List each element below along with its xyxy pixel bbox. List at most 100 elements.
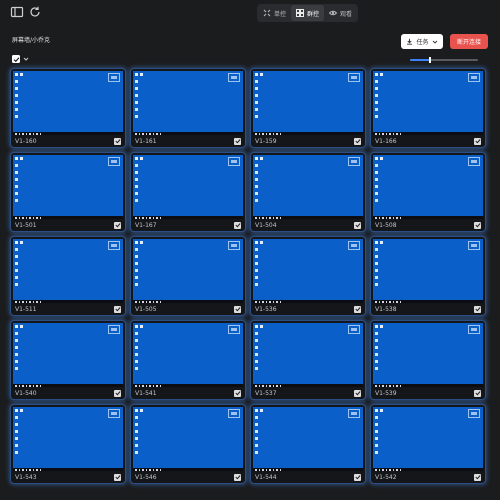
device-screen[interactable] (373, 71, 483, 132)
device-checkbox[interactable] (354, 473, 361, 481)
device-screen[interactable] (373, 407, 483, 468)
desktop-top-icons (255, 157, 263, 160)
device-tile[interactable]: V1-539 (370, 320, 486, 400)
tab-watch[interactable]: 观看 (324, 5, 357, 21)
device-checkbox[interactable] (474, 473, 481, 481)
zoom-slider[interactable] (410, 57, 478, 63)
tab-single-control[interactable]: 单控 (258, 5, 291, 21)
task-label: 任务 (416, 39, 429, 46)
disconnect-button[interactable]: 断开连接 (450, 34, 488, 49)
device-tile[interactable]: V1-543 (10, 404, 126, 484)
control-mode-switch: 单控 群控 观看 (257, 4, 359, 22)
device-screen[interactable] (133, 323, 243, 384)
device-tile[interactable]: V1-505 (130, 236, 246, 316)
device-screen[interactable] (133, 155, 243, 216)
top-bar: 单控 群控 观看 (0, 0, 500, 24)
device-checkbox[interactable] (474, 221, 481, 229)
zoom-thumb[interactable] (429, 57, 432, 63)
device-checkbox[interactable] (474, 305, 481, 313)
desktop-top-icons (135, 73, 143, 76)
device-tile[interactable]: V1-504 (250, 152, 366, 232)
sidebar-toggle-icon[interactable] (10, 5, 24, 19)
device-tile[interactable]: V1-508 (370, 152, 486, 232)
check-icon (474, 139, 481, 144)
device-tile[interactable]: V1-541 (130, 320, 246, 400)
check-icon (354, 139, 361, 144)
device-tile[interactable]: V1-167 (130, 152, 246, 232)
device-screen[interactable] (253, 323, 363, 384)
device-tile[interactable]: V1-538 (370, 236, 486, 316)
desktop-top-icons (375, 325, 383, 328)
refresh-icon[interactable] (28, 5, 42, 19)
device-screen[interactable] (253, 407, 363, 468)
desktop-icons (15, 80, 18, 122)
device-footer: V1-505 (135, 303, 241, 315)
device-screen[interactable] (13, 239, 123, 300)
device-checkbox[interactable] (114, 305, 121, 313)
desktop-top-icons (375, 241, 383, 244)
task-dropdown-button[interactable]: 任务 (401, 34, 443, 49)
device-tile[interactable]: V1-544 (250, 404, 366, 484)
check-icon (354, 475, 361, 480)
device-checkbox[interactable] (234, 137, 241, 145)
eye-icon (329, 10, 338, 16)
device-tile[interactable]: V1-511 (10, 236, 126, 316)
device-screen[interactable] (133, 239, 243, 300)
device-checkbox[interactable] (354, 389, 361, 397)
screen-wall-grid: V1-160 V1-161 V1-159 V1-166 V1-501 V1-16… (10, 68, 486, 484)
desktop-icons (15, 416, 18, 458)
device-tile[interactable]: V1-540 (10, 320, 126, 400)
desktop-icons (255, 164, 258, 206)
device-screen[interactable] (133, 71, 243, 132)
device-screen[interactable] (253, 71, 363, 132)
device-checkbox[interactable] (354, 137, 361, 145)
device-tile[interactable]: V1-159 (250, 68, 366, 148)
device-screen[interactable] (253, 239, 363, 300)
device-screen[interactable] (373, 239, 483, 300)
device-footer: V1-538 (375, 303, 481, 315)
device-checkbox[interactable] (234, 473, 241, 481)
device-checkbox[interactable] (114, 389, 121, 397)
device-screen[interactable] (13, 155, 123, 216)
device-screen[interactable] (373, 155, 483, 216)
check-icon (354, 391, 361, 396)
device-tile[interactable]: V1-542 (370, 404, 486, 484)
device-checkbox[interactable] (114, 473, 121, 481)
chevron-down-icon[interactable] (23, 56, 29, 62)
device-checkbox[interactable] (354, 221, 361, 229)
check-icon (474, 475, 481, 480)
device-screen[interactable] (13, 71, 123, 132)
check-icon (114, 475, 121, 480)
device-tile[interactable]: V1-161 (130, 68, 246, 148)
device-checkbox[interactable] (354, 305, 361, 313)
select-all-checkbox[interactable] (12, 55, 20, 63)
device-tile[interactable]: V1-160 (10, 68, 126, 148)
device-checkbox[interactable] (114, 221, 121, 229)
desktop-icons (255, 416, 258, 458)
device-tile[interactable]: V1-501 (10, 152, 126, 232)
device-checkbox[interactable] (474, 389, 481, 397)
tab-group-control[interactable]: 群控 (291, 5, 325, 21)
select-all-control[interactable] (12, 55, 29, 63)
device-checkbox[interactable] (114, 137, 121, 145)
desktop-icons (15, 248, 18, 290)
desktop-icons (135, 332, 138, 374)
device-checkbox[interactable] (234, 305, 241, 313)
device-screen[interactable] (13, 323, 123, 384)
desktop-icons (375, 416, 378, 458)
device-name: V1-508 (375, 221, 397, 229)
device-tile[interactable]: V1-166 (370, 68, 486, 148)
device-tile[interactable]: V1-537 (250, 320, 366, 400)
desktop-top-icons (255, 241, 263, 244)
device-tile[interactable]: V1-546 (130, 404, 246, 484)
device-tile[interactable]: V1-536 (250, 236, 366, 316)
device-checkbox[interactable] (474, 137, 481, 145)
device-checkbox[interactable] (234, 221, 241, 229)
device-footer: V1-536 (255, 303, 361, 315)
device-screen[interactable] (253, 155, 363, 216)
device-footer: V1-160 (15, 135, 121, 147)
device-screen[interactable] (373, 323, 483, 384)
device-screen[interactable] (13, 407, 123, 468)
device-screen[interactable] (133, 407, 243, 468)
device-checkbox[interactable] (234, 389, 241, 397)
